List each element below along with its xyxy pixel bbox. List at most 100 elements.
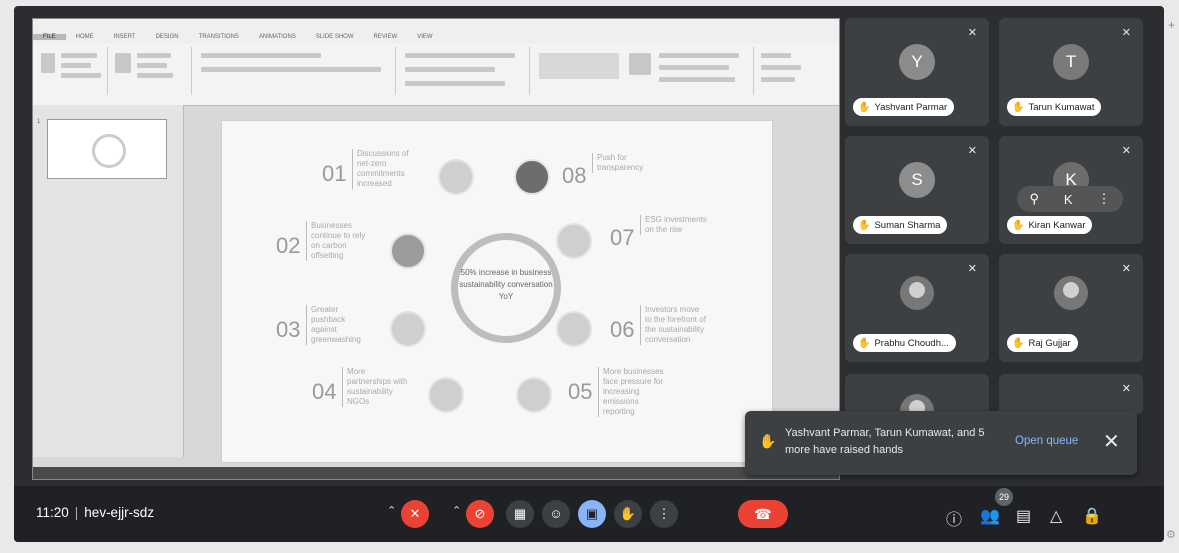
- ppt-tab-insert: INSERT: [113, 34, 136, 40]
- slide-item-icon: [428, 377, 464, 413]
- thumb-number: 1: [37, 119, 41, 125]
- raised-hands-toast: ✋ Yashvant Parmar, Tarun Kumawat, and 5 …: [745, 411, 1137, 475]
- slide-item-number: 04: [312, 379, 337, 404]
- slide-item-icon: [556, 223, 592, 259]
- info-icon[interactable]: ⓘ: [946, 506, 962, 530]
- ppt-group-paragraph: [399, 47, 530, 95]
- meeting-controls-bar: 11:20 | hev-ejjr-sdz ⌃ ✕ ⌃ ⊘ ▦ ☺ ▣ ✋ ⋮ ☎ ⓘ…: [14, 486, 1164, 542]
- participant-tile[interactable]: ✕ T ✋ Tarun Kumawat: [999, 18, 1143, 126]
- participant-tile[interactable]: ✕ ✋ Raj Gujjar: [999, 254, 1143, 362]
- open-queue-button[interactable]: Open queue: [1015, 435, 1078, 447]
- participant-name-pill: ✋ Suman Sharma: [853, 216, 948, 234]
- ppt-tab-home: HOME: [75, 34, 94, 40]
- shared-screen: FILE HOME INSERT DESIGN TRANSITIONS ANIM…: [32, 18, 840, 480]
- slide-canvas: 50% increase in business sustainability …: [221, 120, 773, 463]
- pin-icon[interactable]: ⚲: [1029, 191, 1039, 207]
- slide-thumbnail: [47, 119, 167, 179]
- participant-name: Raj Gujjar: [1028, 337, 1071, 349]
- more-options-button[interactable]: ⋮: [650, 500, 678, 528]
- slide-item-icon: [438, 159, 474, 195]
- ppt-group-drawing: [533, 47, 754, 95]
- ppt-tab-transitions: TRANSITIONS: [198, 34, 239, 40]
- captions-button[interactable]: ▦: [506, 500, 534, 528]
- ppt-ribbon-tabs: FILE HOME INSERT DESIGN TRANSITIONS ANIM…: [33, 31, 839, 43]
- ppt-ribbon: [33, 43, 839, 106]
- participant-name: Suman Sharma: [874, 219, 941, 231]
- raise-hand-button[interactable]: ✋: [614, 500, 642, 528]
- participant-tile-partial[interactable]: [845, 374, 989, 414]
- raised-hands-message: Yashvant Parmar, Tarun Kumawat, and 5 mo…: [785, 427, 985, 456]
- meeting-time: 11:20: [36, 505, 69, 520]
- more-icon[interactable]: ⋮: [1098, 191, 1111, 207]
- slide-item-number: 05: [568, 379, 593, 404]
- close-toast-button[interactable]: ✕: [1103, 429, 1120, 454]
- mic-off-icon: ✕: [409, 506, 421, 521]
- chat-icon[interactable]: ▤: [1016, 506, 1031, 526]
- ppt-tab-file: FILE: [33, 34, 66, 40]
- ppt-tab-slideshow: SLIDE SHOW: [315, 34, 354, 40]
- center-text: 50% increase in business sustainability …: [459, 268, 553, 301]
- meeting-code: hev-ejjr-sdz: [84, 505, 155, 520]
- ppt-group-slides: [111, 47, 192, 95]
- chevron-up-icon[interactable]: ⌃: [452, 504, 461, 517]
- slide-item-icon: [390, 311, 426, 347]
- raised-hand-icon: ✋: [1012, 337, 1025, 349]
- mic-off-icon: ✕: [1121, 263, 1131, 275]
- slide-item-icon: [390, 233, 426, 269]
- mic-off-icon: ✕: [967, 145, 977, 157]
- participant-name-pill: ✋ Raj Gujjar: [1007, 334, 1078, 352]
- people-icon[interactable]: 👥: [980, 506, 1000, 526]
- participant-name: Prabhu Choudh...: [874, 337, 949, 349]
- avatar: K: [1063, 191, 1073, 207]
- emoji-button[interactable]: ☺: [542, 500, 570, 528]
- slide-item-icon: [514, 159, 550, 195]
- slide-item-text: Investors move to the forefront of the s…: [640, 305, 707, 345]
- ppt-tab-animations: ANIMATIONS: [258, 34, 296, 40]
- raised-hand-icon: ✋: [1012, 101, 1025, 113]
- activities-icon[interactable]: △: [1050, 506, 1062, 526]
- end-call-button[interactable]: ☎: [738, 500, 788, 528]
- participant-photo: [1054, 276, 1088, 310]
- hand-icon: ✋: [619, 506, 637, 521]
- ppt-slide-thumbnails: 1: [33, 105, 184, 457]
- mic-toggle-button[interactable]: ✕: [401, 500, 429, 528]
- ppt-tab-view: VIEW: [417, 34, 433, 40]
- participant-tile[interactable]: ✕ ✋ Prabhu Choudh...: [845, 254, 989, 362]
- mic-off-icon: ✕: [967, 263, 977, 275]
- captions-icon: ▦: [513, 506, 527, 521]
- participant-tile[interactable]: ✕ Y ✋ Yashvant Parmar: [845, 18, 989, 126]
- ppt-tab-design: DESIGN: [155, 34, 179, 40]
- participant-name: Yashvant Parmar: [874, 101, 948, 113]
- participant-tile[interactable]: ✕ K ⚲ K ⋮ ✋ Kiran Kanwar: [999, 136, 1143, 244]
- slide-item-number: 08: [562, 163, 587, 188]
- mic-off-icon: ✕: [1121, 27, 1131, 39]
- slide-item-text: Businesses continue to rely on carbon of…: [306, 221, 373, 261]
- raised-hand-icon: ✋: [858, 219, 871, 231]
- slide-item-text: ESG investments on the rise: [640, 215, 707, 235]
- participant-tile-partial[interactable]: ✕: [999, 374, 1143, 414]
- participant-count-badge: 29: [995, 488, 1013, 506]
- present-button[interactable]: ▣: [578, 500, 606, 528]
- slide-item-text: More partnerships with sustainability NG…: [342, 367, 409, 407]
- ppt-group-clipboard: [37, 47, 108, 95]
- hand-icon: ✋: [759, 433, 777, 449]
- avatar: S: [899, 162, 935, 198]
- participant-name-pill: ✋ Yashvant Parmar: [853, 98, 955, 116]
- slide-item-text: Push for transparency: [592, 153, 659, 173]
- ppt-title-bar: [33, 19, 839, 31]
- slide-item-icon: [556, 311, 592, 347]
- participant-name-pill: ✋ Tarun Kumawat: [1007, 98, 1102, 116]
- ppt-group-editing: [757, 47, 817, 95]
- avatar: Y: [899, 44, 935, 80]
- participant-name-pill: ✋ Kiran Kanwar: [1007, 216, 1093, 234]
- camera-toggle-button[interactable]: ⊘: [466, 500, 494, 528]
- mic-off-icon: ✕: [967, 27, 977, 39]
- participant-tile[interactable]: ✕ S ✋ Suman Sharma: [845, 136, 989, 244]
- chevron-up-icon[interactable]: ⌃: [387, 504, 396, 517]
- slide-item-number: 01: [322, 161, 347, 186]
- raised-hand-icon: ✋: [1012, 219, 1025, 231]
- participant-photo: [900, 276, 934, 310]
- center-ring: 50% increase in business sustainability …: [451, 233, 561, 343]
- plus-icon: +: [1168, 18, 1176, 32]
- host-controls-icon[interactable]: 🔒: [1082, 506, 1102, 526]
